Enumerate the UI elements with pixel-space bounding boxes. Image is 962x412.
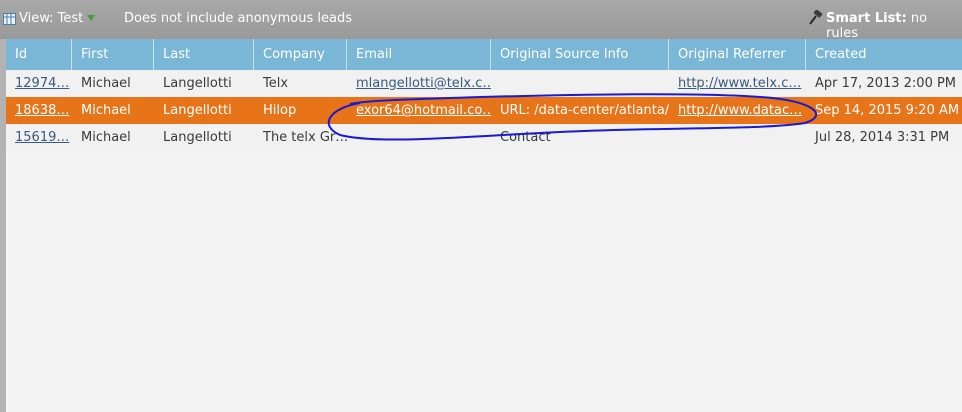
email-link[interactable]: [347, 124, 491, 151]
source-cell: URL: /data-center/atlanta/: [500, 103, 669, 118]
source-cell: Contact: [500, 130, 551, 145]
company-cell: The telx Gr…: [263, 130, 347, 145]
anonymous-leads-note: Does not include anonymous leads: [124, 11, 352, 26]
smart-list-status[interactable]: Smart List: no rules: [826, 11, 962, 41]
column-header-created[interactable]: Created: [806, 39, 962, 70]
view-selector[interactable]: View: Test: [19, 11, 83, 26]
last-name-cell: Langellotti: [163, 76, 232, 91]
company-cell: Hilop: [263, 103, 297, 118]
table-row-selected[interactable]: 18638… Michael Langellotti Hilop exor64@…: [6, 97, 962, 124]
referrer-link[interactable]: http://www.telx.c…: [669, 70, 806, 97]
referrer-link[interactable]: [669, 124, 806, 151]
smart-list-label: Smart List:: [826, 11, 907, 26]
first-name-cell: Michael: [81, 130, 131, 145]
column-header-company[interactable]: Company: [254, 39, 347, 70]
source-cell: [491, 70, 669, 97]
column-header-first[interactable]: First: [72, 39, 154, 70]
created-cell: Apr 17, 2013 2:00 PM: [815, 76, 957, 91]
created-cell: Sep 14, 2015 9:20 AM: [815, 103, 960, 118]
view-dropdown-caret-icon[interactable]: [87, 15, 95, 21]
column-header-referrer[interactable]: Original Referrer: [669, 39, 806, 70]
gavel-icon: [809, 10, 823, 25]
column-header-email[interactable]: Email: [347, 39, 491, 70]
email-link[interactable]: mlangellotti@telx.c…: [347, 70, 491, 97]
table-row[interactable]: 12974… Michael Langellotti Telx mlangell…: [6, 70, 962, 97]
lead-id-link[interactable]: 12974…: [6, 70, 72, 97]
first-name-cell: Michael: [81, 76, 131, 91]
column-header-last[interactable]: Last: [154, 39, 254, 70]
last-name-cell: Langellotti: [163, 130, 232, 145]
email-link[interactable]: exor64@hotmail.co…: [347, 97, 491, 124]
created-cell: Jul 28, 2014 3:31 PM: [815, 130, 950, 145]
lead-id-link[interactable]: 18638…: [6, 97, 72, 124]
last-name-cell: Langellotti: [163, 103, 232, 118]
company-cell: Telx: [263, 76, 289, 91]
column-header-id[interactable]: Id: [6, 39, 72, 70]
first-name-cell: Michael: [81, 103, 131, 118]
table-row[interactable]: 15619… Michael Langellotti The telx Gr… …: [6, 124, 962, 151]
list-view-icon[interactable]: [3, 13, 16, 25]
list-toolbar: View: Test Does not include anonymous le…: [0, 0, 962, 41]
lead-id-link[interactable]: 15619…: [6, 124, 72, 151]
grid-header: Id First Last Company Email Original Sou…: [6, 39, 962, 70]
referrer-link[interactable]: http://www.datac…: [669, 97, 806, 124]
column-header-source[interactable]: Original Source Info: [491, 39, 669, 70]
